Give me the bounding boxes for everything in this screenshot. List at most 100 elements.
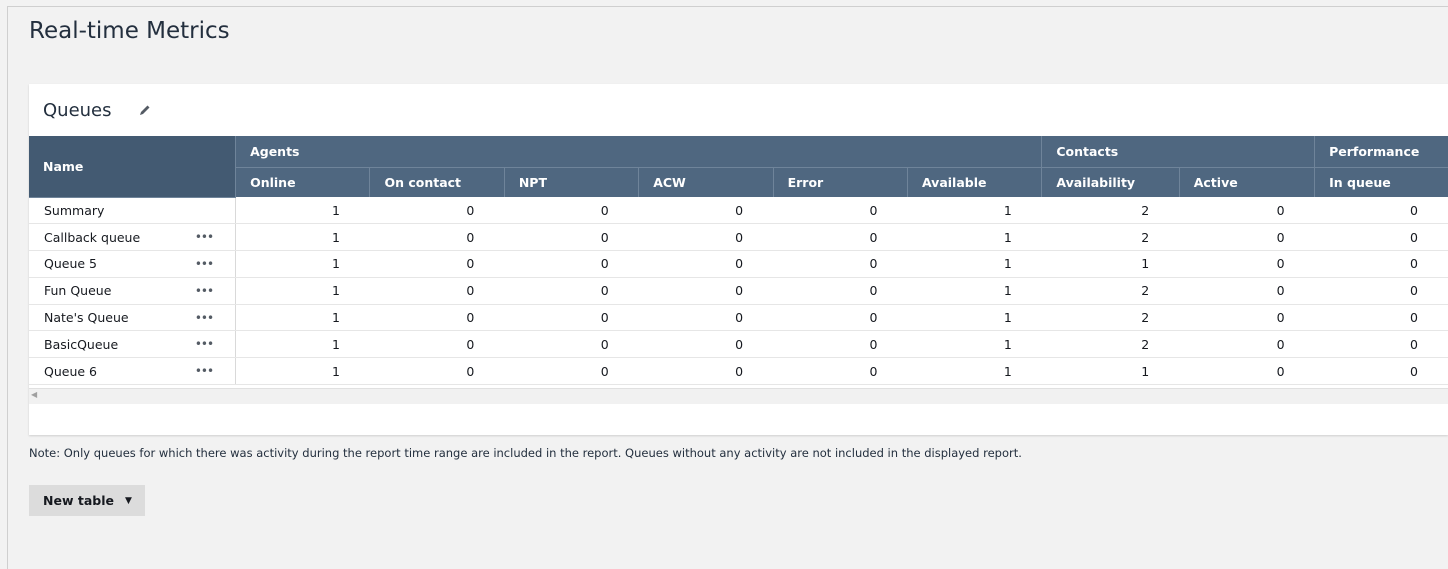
metric-cell: 0 (369, 223, 505, 252)
metric-cell: 0 (369, 277, 505, 305)
metric-cell: 0 (773, 304, 908, 332)
metric-cell: 1 (907, 330, 1042, 359)
metric-cell: 2 (1041, 304, 1180, 332)
queue-name-cell: Queue 5 ••• (29, 250, 237, 278)
queue-name: Queue 6 (44, 363, 97, 379)
metric-cell: 2 (1041, 197, 1180, 225)
column-header-in-queue[interactable]: In queue (1314, 167, 1448, 197)
metric-cell: 2 (1041, 330, 1180, 359)
more-options-icon[interactable]: ••• (195, 284, 214, 298)
metric-cell: 0 (1179, 304, 1315, 332)
metric-cell: 1 (907, 250, 1042, 278)
table-row: Fun Queue ••• 1 0 0 0 0 1 2 0 0 (29, 277, 1448, 305)
metric-cell: 1 (235, 357, 370, 386)
metric-cell: 0 (369, 304, 505, 332)
queue-name: Callback queue (44, 229, 141, 245)
metric-cell: 0 (369, 250, 505, 278)
metric-cell: 0 (638, 357, 774, 386)
column-header-active[interactable]: Active (1178, 167, 1315, 197)
metric-cell: 0 (504, 250, 639, 278)
metric-cell: 0 (638, 223, 774, 252)
metric-cell: 0 (638, 250, 774, 278)
queue-name-cell: Queue 6 ••• (29, 357, 237, 386)
metric-cell: 1 (235, 223, 370, 252)
metric-cell: 0 (1314, 223, 1448, 252)
metric-cell: 0 (1179, 330, 1315, 359)
metric-cell: 0 (773, 330, 908, 359)
metric-cell: 0 (773, 357, 908, 386)
panel-title: Queues (43, 99, 112, 121)
column-header-available[interactable]: Available (906, 167, 1042, 197)
metric-cell: 2 (1041, 223, 1180, 252)
page-title: Real-time Metrics (29, 18, 230, 44)
metric-cell: 0 (1314, 304, 1448, 332)
table-row: Queue 5 ••• 1 0 0 0 0 1 1 0 0 (29, 250, 1448, 278)
metric-cell: 0 (638, 197, 774, 225)
metric-cell: 0 (1179, 357, 1315, 386)
new-table-button[interactable]: New table ▼ (29, 485, 145, 516)
metric-cell: 0 (1314, 250, 1448, 278)
queues-panel: Queues Name Agents Contacts Performance … (29, 84, 1448, 435)
metric-cell: 1 (907, 277, 1042, 305)
metric-cell: 0 (504, 197, 639, 225)
column-header-error[interactable]: Error (772, 167, 908, 197)
more-options-icon[interactable]: ••• (195, 337, 214, 351)
queue-name: Fun Queue (44, 283, 112, 299)
metric-cell: 0 (369, 357, 505, 386)
metric-cell: 0 (773, 223, 908, 252)
pencil-icon[interactable] (138, 103, 152, 117)
metric-cell: 1 (235, 277, 370, 305)
metric-cell: 0 (504, 277, 639, 305)
metric-cell: 2 (1041, 277, 1180, 305)
metric-cell: 0 (1314, 330, 1448, 359)
panel-header: Queues (29, 84, 1448, 136)
metric-cell: 1 (1041, 357, 1180, 386)
metric-cell: 0 (504, 330, 639, 359)
metric-cell: 1 (1041, 250, 1180, 278)
metric-cell: 0 (773, 250, 908, 278)
metric-cell: 1 (907, 223, 1042, 252)
metric-cell: 0 (504, 357, 639, 386)
queue-name: Nate's Queue (44, 310, 129, 326)
more-options-icon[interactable]: ••• (195, 230, 214, 244)
caret-down-icon: ▼ (124, 495, 132, 506)
table-row: Callback queue ••• 1 0 0 0 0 1 2 0 0 (29, 223, 1448, 252)
queue-name-cell: Nate's Queue ••• (29, 304, 237, 332)
report-note: Note: Only queues for which there was ac… (29, 446, 1022, 460)
column-header-on-contact[interactable]: On contact (369, 167, 505, 197)
column-header-name[interactable]: Name (29, 136, 236, 198)
more-options-icon[interactable]: ••• (195, 311, 214, 325)
column-header-online[interactable]: Online (235, 167, 370, 197)
metric-cell: 0 (773, 277, 908, 305)
column-header-npt[interactable]: NPT (503, 167, 639, 197)
group-header-contacts: Contacts (1041, 136, 1315, 168)
metric-cell: 0 (638, 277, 774, 305)
metric-cell: 1 (907, 357, 1042, 386)
queue-name: Queue 5 (44, 256, 97, 272)
scroll-left-arrow-icon[interactable]: ◀ (31, 390, 37, 399)
queue-name-cell: Callback queue ••• (29, 223, 237, 252)
table-row: Queue 6 ••• 1 0 0 0 0 1 1 0 0 (29, 357, 1448, 386)
metric-cell: 0 (1314, 277, 1448, 305)
column-header-acw[interactable]: ACW (638, 167, 774, 197)
metric-cell: 1 (235, 197, 370, 225)
more-options-icon[interactable]: ••• (195, 364, 214, 378)
table-row: BasicQueue ••• 1 0 0 0 0 1 2 0 0 (29, 330, 1448, 359)
metric-cell: 0 (504, 304, 639, 332)
metric-cell: 1 (235, 250, 370, 278)
column-header-availability[interactable]: Availability (1041, 167, 1180, 197)
metric-cell: 1 (235, 330, 370, 359)
horizontal-scrollbar[interactable]: ◀ (29, 388, 1448, 404)
metric-cell: 0 (1179, 223, 1315, 252)
queue-name-cell: Summary (29, 197, 237, 225)
metric-cell: 0 (773, 197, 908, 225)
metric-cell: 0 (1179, 277, 1315, 305)
more-options-icon[interactable]: ••• (195, 257, 214, 271)
queue-name-cell: BasicQueue ••• (29, 330, 237, 359)
metrics-table: Name Agents Contacts Performance Online O… (29, 136, 1448, 386)
metric-cell: 0 (1314, 357, 1448, 386)
metric-cell: 0 (369, 197, 505, 225)
metric-cell: 1 (907, 304, 1042, 332)
metric-cell: 0 (1179, 197, 1315, 225)
group-header-performance: Performance (1314, 136, 1448, 168)
